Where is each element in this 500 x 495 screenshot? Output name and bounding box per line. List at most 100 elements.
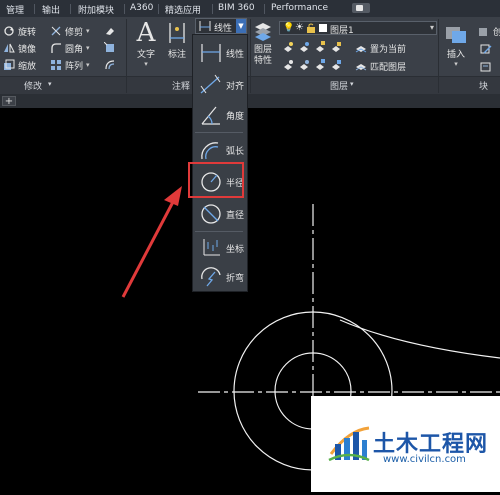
menu-item-arc-length[interactable]: 弧长 bbox=[195, 136, 245, 164]
document-tab-strip bbox=[0, 94, 500, 108]
layer-freeze-icon[interactable] bbox=[314, 41, 326, 53]
panel-separator bbox=[250, 77, 251, 93]
video-camera-icon[interactable] bbox=[352, 3, 370, 13]
erase-icon[interactable] bbox=[104, 25, 116, 37]
new-drawing-tab[interactable]: + bbox=[2, 96, 16, 107]
sun-icon: ☀ bbox=[295, 22, 304, 33]
tab-separator bbox=[70, 4, 71, 14]
ribbon-tab-bar: 管理 输出 附加模块 A360 精选应用 BIM 360 Performance bbox=[0, 0, 500, 18]
tab-output[interactable]: 输出 bbox=[42, 3, 60, 16]
explode-icon[interactable] bbox=[103, 41, 116, 54]
match-layer-label: 匹配图层 bbox=[370, 62, 407, 73]
menu-item-diameter[interactable]: 直径 bbox=[195, 200, 245, 228]
tab-separator bbox=[34, 4, 35, 14]
dimension-type-value: 线性 bbox=[214, 24, 233, 34]
layer-properties-label: 图层 特性 bbox=[253, 45, 272, 66]
tab-separator bbox=[124, 4, 125, 14]
dimension-button[interactable]: 标注 bbox=[164, 19, 190, 60]
edit-block-icon[interactable] bbox=[480, 43, 492, 55]
chevron-down-icon[interactable]: ▾ bbox=[86, 27, 90, 35]
tab-addins[interactable]: 附加模块 bbox=[78, 3, 114, 16]
menu-item-label: 折弯 bbox=[226, 274, 245, 284]
site-watermark: 土木工程网 www.civilcn.com bbox=[311, 396, 500, 492]
array-icon bbox=[50, 59, 62, 71]
menu-item-linear[interactable]: 线性 bbox=[195, 39, 245, 67]
menu-item-aligned[interactable]: 对齐 bbox=[195, 71, 245, 99]
chevron-down-icon[interactable]: ▾ bbox=[86, 61, 90, 69]
scale-button[interactable]: 缩放 bbox=[3, 58, 36, 72]
layer-off-icon[interactable] bbox=[282, 41, 294, 53]
layer-color-swatch bbox=[319, 24, 327, 32]
create-block-button[interactable]: 创 bbox=[478, 24, 500, 38]
chevron-down-icon: ▾ bbox=[144, 60, 148, 68]
edit-attributes-icon[interactable] bbox=[480, 61, 492, 73]
insert-block-icon bbox=[442, 21, 470, 47]
chevron-down-icon[interactable]: ▼ bbox=[236, 19, 246, 33]
tab-performance[interactable]: Performance bbox=[271, 3, 328, 13]
current-layer-name: 图层1 bbox=[330, 26, 354, 36]
layer-lock-icon[interactable] bbox=[330, 41, 342, 53]
trim-label: 修剪 bbox=[65, 27, 84, 38]
layer-tools-row-2 bbox=[282, 59, 342, 71]
dimension-type-select[interactable]: 线性 ▼ bbox=[195, 18, 247, 34]
tab-bim360[interactable]: BIM 360 bbox=[218, 3, 255, 13]
trim-button[interactable]: 修剪 ▾ bbox=[50, 24, 90, 38]
mirror-button[interactable]: 镜像 bbox=[3, 41, 36, 55]
set-current-button[interactable]: 置为当前 bbox=[355, 41, 406, 55]
menu-item-label: 直径 bbox=[226, 211, 245, 221]
aligned-dimension-icon bbox=[198, 74, 224, 96]
tab-a360[interactable]: A360 bbox=[130, 3, 153, 13]
chevron-down-icon[interactable]: ▾ bbox=[350, 80, 354, 88]
layer-thaw-icon[interactable] bbox=[314, 59, 326, 71]
ribbon-panel-title-bar: 修改 ▾ 注释 图层 ▾ 块 bbox=[0, 76, 500, 94]
panel-title-annotation[interactable]: 注释 bbox=[172, 79, 190, 92]
fillet-button[interactable]: 圆角 ▾ bbox=[50, 41, 90, 55]
match-layer-button[interactable]: 匹配图层 bbox=[355, 59, 406, 73]
lock-icon bbox=[307, 23, 315, 33]
array-button[interactable]: 阵列 ▾ bbox=[50, 58, 90, 72]
menu-item-label: 对齐 bbox=[226, 82, 245, 92]
tab-manage[interactable]: 管理 bbox=[6, 3, 24, 16]
create-block-label: 创 bbox=[493, 27, 500, 38]
text-label: 文字 bbox=[136, 50, 155, 60]
layer-dropdown[interactable]: 💡 ☀ 图层1 ▾ bbox=[279, 21, 437, 36]
chevron-down-icon[interactable]: ▾ bbox=[86, 44, 90, 52]
menu-separator bbox=[195, 132, 243, 133]
tab-featured-apps[interactable]: 精选应用 bbox=[165, 3, 201, 16]
civilcn-logo-icon bbox=[327, 420, 371, 464]
panel-title-block[interactable]: 块 bbox=[479, 79, 488, 92]
linear-dimension-icon bbox=[198, 42, 224, 64]
chevron-down-icon[interactable]: ▾ bbox=[48, 80, 52, 88]
scale-icon bbox=[3, 59, 15, 71]
chevron-down-icon: ▾ bbox=[454, 60, 458, 68]
menu-item-jogged[interactable]: 折弯 bbox=[195, 263, 245, 291]
menu-item-angular[interactable]: 角度 bbox=[195, 101, 245, 129]
layer-on-icon[interactable] bbox=[282, 59, 294, 71]
menu-item-label: 弧长 bbox=[226, 147, 245, 157]
layer-tools-row-1 bbox=[282, 41, 342, 53]
layer-unisolate-icon[interactable] bbox=[298, 59, 310, 71]
fillet-label: 圆角 bbox=[65, 44, 84, 55]
watermark-url: www.civilcn.com bbox=[383, 454, 466, 465]
jogged-dimension-icon bbox=[198, 266, 224, 288]
set-current-layer-icon bbox=[355, 42, 367, 54]
angular-dimension-icon bbox=[198, 104, 224, 126]
chevron-down-icon: ▾ bbox=[429, 23, 434, 32]
menu-item-label: 角度 bbox=[226, 112, 245, 122]
mirror-icon bbox=[3, 42, 15, 54]
text-button[interactable]: A 文字 ▾ bbox=[133, 19, 159, 68]
layer-isolate-icon[interactable] bbox=[298, 41, 310, 53]
layer-unlock-icon[interactable] bbox=[330, 59, 342, 71]
set-current-label: 置为当前 bbox=[370, 44, 407, 55]
match-layer-icon bbox=[355, 60, 367, 72]
menu-item-label: 坐标 bbox=[226, 245, 245, 255]
offset-icon[interactable] bbox=[104, 59, 116, 71]
create-block-icon bbox=[478, 25, 490, 37]
insert-block-button[interactable]: 插入 ▾ bbox=[442, 21, 470, 68]
panel-title-layers[interactable]: 图层 bbox=[330, 79, 348, 92]
layer-properties-button[interactable]: 图层 特性 bbox=[252, 19, 274, 67]
arc-length-icon bbox=[198, 139, 224, 161]
panel-title-modify[interactable]: 修改 bbox=[24, 79, 42, 92]
rotate-button[interactable]: 旋转 bbox=[3, 24, 36, 38]
menu-item-ordinate[interactable]: 坐标 bbox=[195, 234, 245, 262]
